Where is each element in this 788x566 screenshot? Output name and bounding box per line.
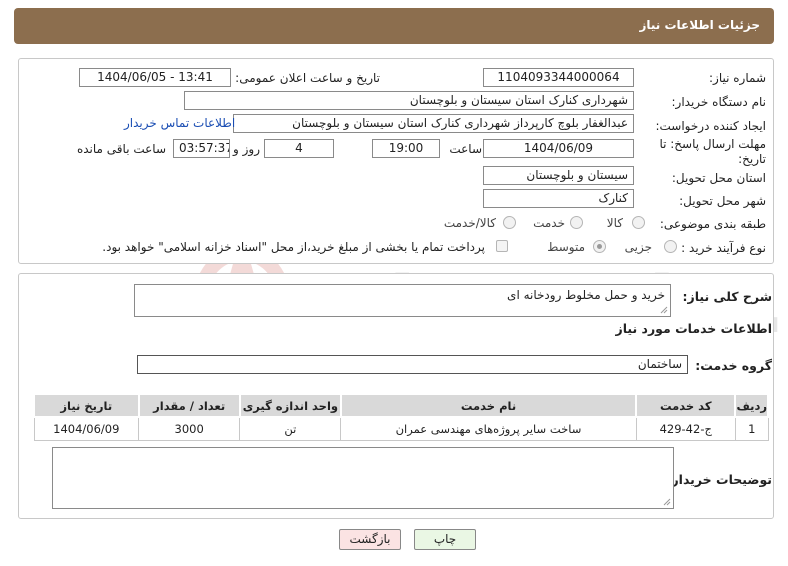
col-header-service-name: نام خدمت [339,393,638,418]
category-service-label: خدمت [533,216,565,230]
summary-text: خرید و حمل مخلوط رودخانه ای [507,288,665,302]
deadline-time-label: ساعت [449,142,482,156]
col-header-quantity: تعداد / مقدار [137,393,241,418]
table-row[interactable]: 1 ج-42-429 ساخت سایر پروژه‌های مهندسی عم… [33,416,769,441]
days-label: روز و [233,142,260,156]
deadline-label: مهلت ارسال پاسخ: تا تاریخ: [659,137,766,166]
page-title: جزئیات اطلاعات نیاز [639,18,760,32]
resize-grip-icon[interactable] [660,306,668,314]
page-header: جزئیات اطلاعات نیاز [14,8,774,44]
creator-field: عبدالغفار بلوچ کارپرداز شهرداری کنارک اس… [233,114,634,133]
category-both-radio[interactable] [503,216,516,229]
category-service-radio[interactable] [570,216,583,229]
cell-unit: تن [239,416,342,441]
need-number-field: 1104093344000064 [483,68,634,87]
remaining-days-field: 4 [264,139,334,158]
category-label: طبقه بندی موضوعی: [659,217,766,231]
print-button[interactable]: چاپ [414,529,476,550]
need-number-label: شماره نیاز: [709,71,766,85]
col-header-service-code: کد خدمت [635,393,737,418]
buyer-contact-link[interactable]: اطلاعات تماس خریدار [124,116,235,130]
announce-datetime-field: 1404/06/05 - 13:41 [79,68,231,87]
cell-service-code: ج-42-429 [635,416,736,441]
services-table: ردیف کد خدمت نام خدمت واحد اندازه گیری ت… [33,393,769,441]
process-partial-label: جزیی [624,240,652,254]
buyer-notes-label: توضیحات خریدار: [666,472,772,487]
col-header-unit: واحد اندازه گیری [238,393,342,418]
summary-textarea[interactable]: خرید و حمل مخلوط رودخانه ای [134,284,671,317]
cell-service-name: ساخت سایر پروژه‌های مهندسی عمران [340,416,637,441]
buyer-org-label: نام دستگاه خریدار: [671,95,767,109]
cell-need-date: 1404/06/09 [33,416,140,441]
resize-grip-icon[interactable] [663,498,671,506]
table-header-row: ردیف کد خدمت نام خدمت واحد اندازه گیری ت… [33,393,769,418]
city-field: کنارک [483,189,634,208]
category-both-label: کالا/خدمت [443,216,496,230]
treasury-payment-checkbox[interactable] [496,240,508,252]
remaining-label: ساعت باقی مانده [76,142,166,156]
cell-quantity: 3000 [138,416,241,441]
cell-row-number: 1 [734,416,769,441]
deadline-date-field: 1404/06/09 [483,139,634,158]
remaining-time-field: 03:57:37 [173,139,230,158]
deadline-time-field: 19:00 [372,139,440,158]
buyer-notes-textarea[interactable] [52,447,674,509]
buyer-org-field: شهرداری کنارک استان سیستان و بلوچستان [184,91,634,110]
city-label: شهر محل تحویل: [679,194,766,208]
category-goods-label: کالا [606,216,623,230]
treasury-payment-note: پرداخت تمام یا بخشی از مبلغ خرید،از محل … [102,240,485,254]
summary-label: شرح کلی نیاز: [682,289,772,304]
announce-label: تاریخ و ساعت اعلان عمومی: [235,71,380,85]
process-label: نوع فرآیند خرید : [681,241,766,255]
service-group-field: ساختمان [137,355,688,374]
services-section-title: اطلاعات خدمات مورد نیاز [615,321,773,336]
col-header-need-date: تاریخ نیاز [33,393,140,418]
process-medium-label: متوسط [547,240,585,254]
process-partial-radio[interactable] [664,240,677,253]
creator-label: ایجاد کننده درخواست: [655,119,766,133]
process-medium-radio[interactable] [593,240,606,253]
category-goods-radio[interactable] [632,216,645,229]
col-header-row-number: ردیف [734,393,769,418]
service-group-label: گروه خدمت: [695,358,772,373]
province-label: استان محل تحویل: [671,171,766,185]
province-field: سیستان و بلوچستان [483,166,634,185]
back-button[interactable]: بازگشت [339,529,401,550]
